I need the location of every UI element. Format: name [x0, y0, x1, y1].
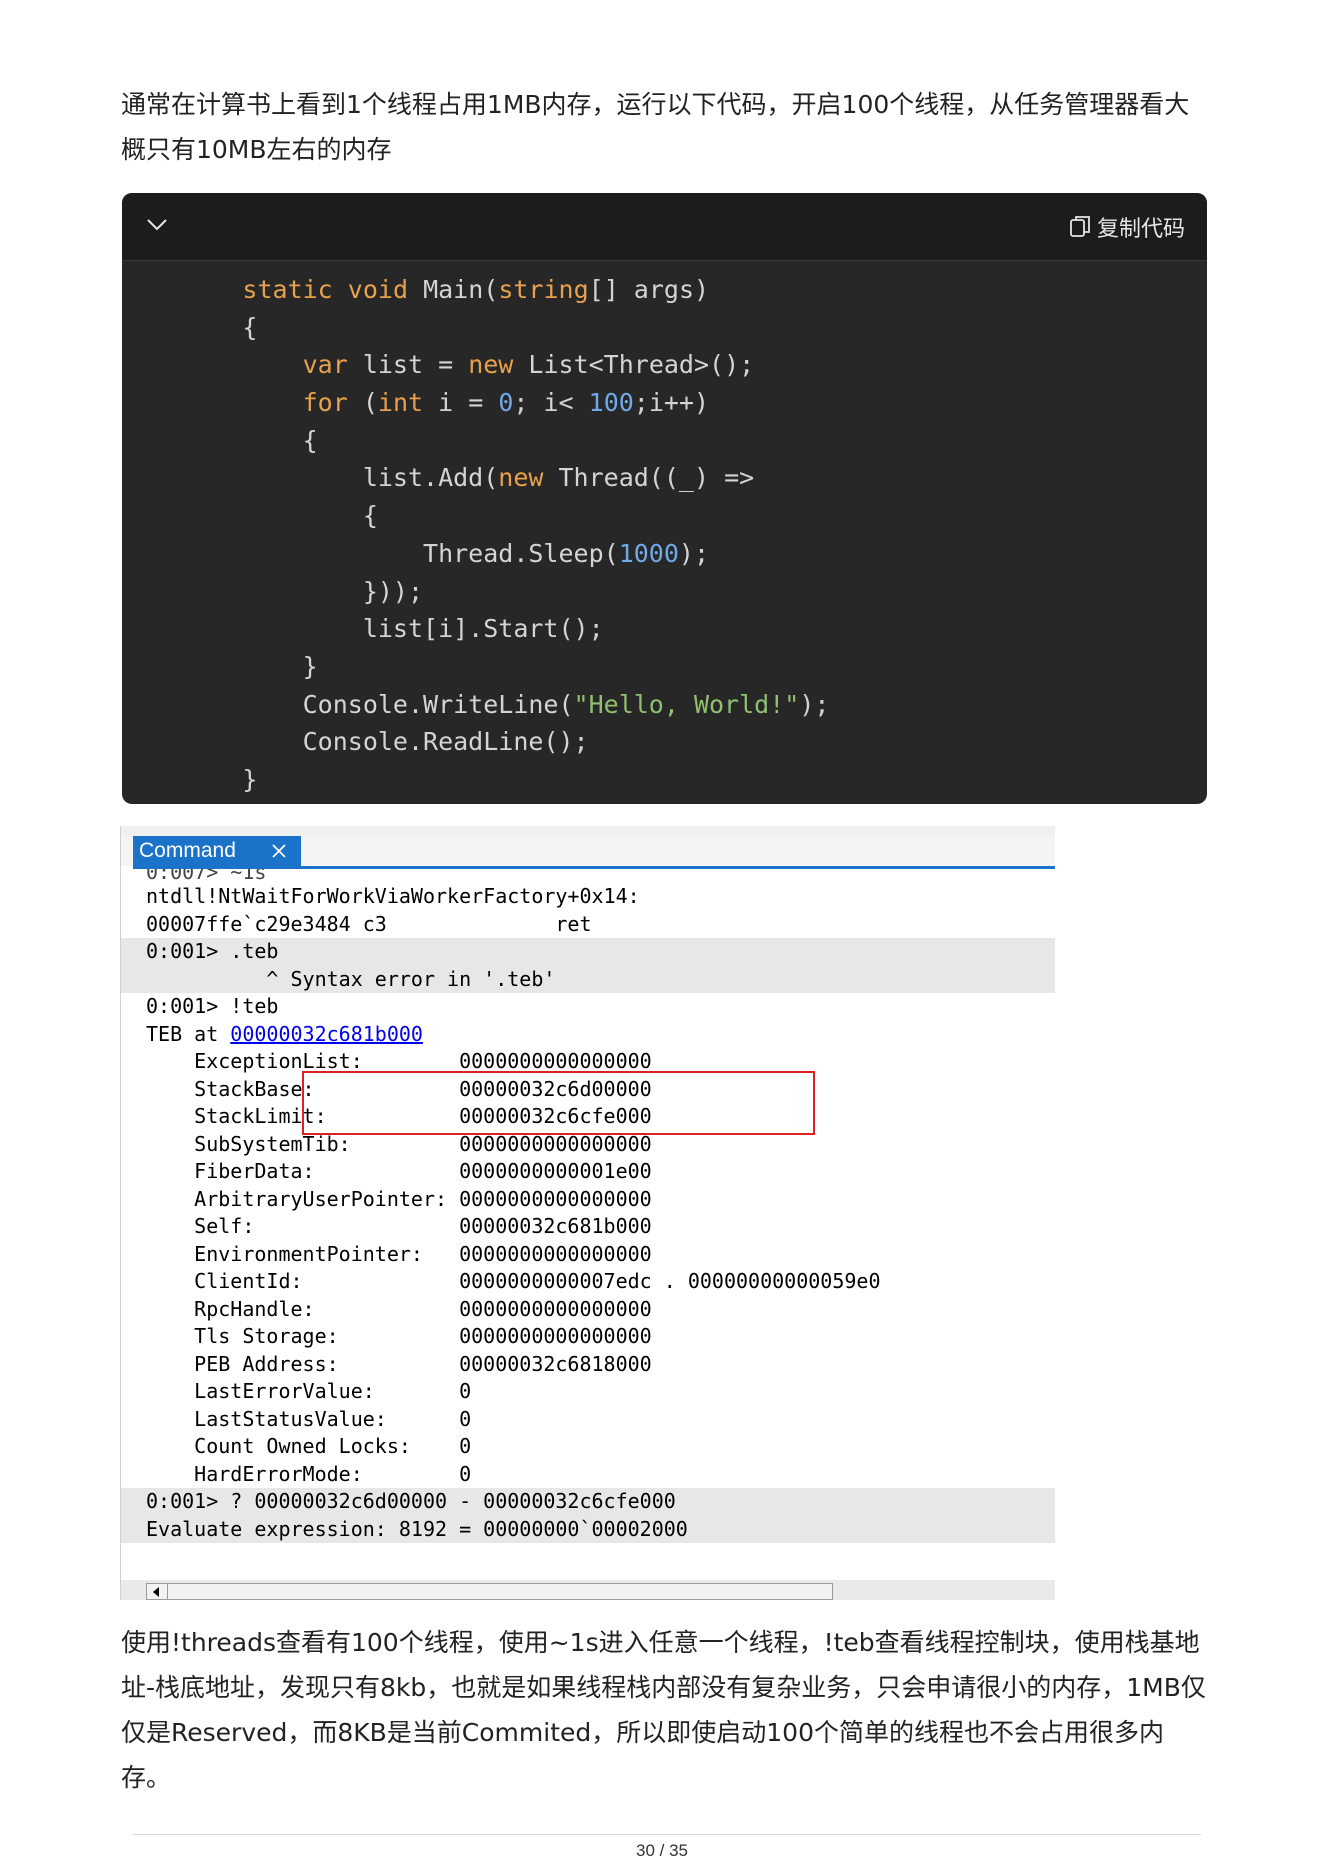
code-block-header: 复制代码	[122, 193, 1207, 261]
output-line: Self: 00000032c681b000	[146, 1214, 652, 1238]
code-line: Console.WriteLine("Hello, World!");	[122, 689, 830, 719]
output-line: LastStatusValue: 0	[146, 1406, 472, 1431]
code-line: {	[122, 425, 318, 455]
output-line-text: TEB at	[146, 1021, 231, 1046]
copy-icon	[1070, 216, 1090, 237]
copy-code-button[interactable]: 复制代码	[1069, 211, 1185, 243]
code-line: static void Main(string[] args)	[242, 275, 710, 304]
code-block: 复制代码 static void Main(string[] args) { v…	[122, 193, 1207, 804]
code-line: {	[122, 501, 378, 531]
footer-divider	[133, 1834, 1201, 1835]
code-line: list[i].Start();	[122, 614, 604, 644]
conclusion-paragraph: 使用!threads查看有100个线程，使用~1s进入任意一个线程，!teb查看…	[121, 1628, 1206, 1792]
code-line: {	[122, 312, 258, 342]
tab-command-label: Command	[139, 839, 236, 862]
output-line: PEB Address: 00000032c6818000	[146, 1351, 652, 1376]
output-line: Evaluate expression: 8192 = 00000000`000…	[121, 1515, 1055, 1543]
code-line: }	[122, 651, 318, 681]
debugger-command-window: Command 0:007> ~1s ntdll!NtWaitForWorkVi…	[120, 826, 1055, 1600]
page-number: 30 / 35	[636, 1841, 688, 1860]
output-line: ArbitraryUserPointer: 0000000000000000	[146, 1186, 652, 1211]
chevron-down-icon[interactable]	[146, 217, 168, 233]
output-line: 0:001> .teb	[121, 938, 1055, 966]
output-line: Count Owned Locks: 0	[146, 1434, 472, 1458]
code-line: var list = new List<Thread>();	[302, 350, 755, 380]
code-content: static void Main(string[] args) { var li…	[122, 271, 1207, 799]
code-line: list.Add(new Thread((_) =>	[122, 463, 755, 493]
horizontal-scrollbar[interactable]	[146, 1583, 833, 1600]
close-icon[interactable]	[270, 842, 288, 860]
output-line: RpcHandle: 0000000000000000	[146, 1296, 652, 1321]
code-line: }	[122, 764, 258, 794]
debugger-output: 0:007> ~1s ntdll!NtWaitForWorkViaWorkerF…	[121, 869, 1055, 1543]
tab-command[interactable]: Command	[133, 836, 301, 866]
output-line: EnvironmentPointer: 0000000000000000	[146, 1241, 652, 1266]
output-line: ^ Syntax error in '.teb'	[121, 965, 1055, 993]
output-line: 0:001> ? 00000032c6d00000 - 00000032c6cf…	[121, 1488, 1055, 1516]
output-line: 00007ffe`c29e3484 c3 ret	[146, 911, 592, 936]
output-line: HardErrorMode: 0	[146, 1461, 472, 1486]
scroll-left-icon[interactable]	[153, 1587, 159, 1597]
output-line: TEB at 00000032c681b000	[121, 1021, 1055, 1049]
code-line: }));	[122, 576, 424, 606]
code-line: Thread.Sleep(1000);	[122, 538, 710, 568]
output-line: ntdll!NtWaitForWorkViaWorkerFactory+0x14…	[146, 884, 640, 908]
code-line: Console.ReadLine();	[122, 727, 589, 757]
intro-paragraph: 通常在计算书上看到1个线程占用1MB内存，运行以下代码，开启100个线程，从任务…	[121, 90, 1190, 164]
output-line: Tls Storage: 0000000000000000	[146, 1324, 652, 1348]
output-line-cut: 0:007> ~1s	[146, 869, 267, 883]
teb-address-link[interactable]: 00000032c681b000	[230, 1022, 423, 1046]
code-line: for (int i = 0; i< 100;i++)	[302, 388, 710, 418]
copy-code-label: 复制代码	[1096, 217, 1185, 242]
output-line: ClientId: 0000000000007edc . 00000000000…	[146, 1269, 881, 1293]
output-line: FiberData: 0000000000001e00	[146, 1159, 652, 1183]
output-line: 0:001> !teb	[146, 994, 279, 1018]
output-line: LastErrorValue: 0	[146, 1379, 472, 1403]
highlight-box	[302, 1071, 815, 1135]
